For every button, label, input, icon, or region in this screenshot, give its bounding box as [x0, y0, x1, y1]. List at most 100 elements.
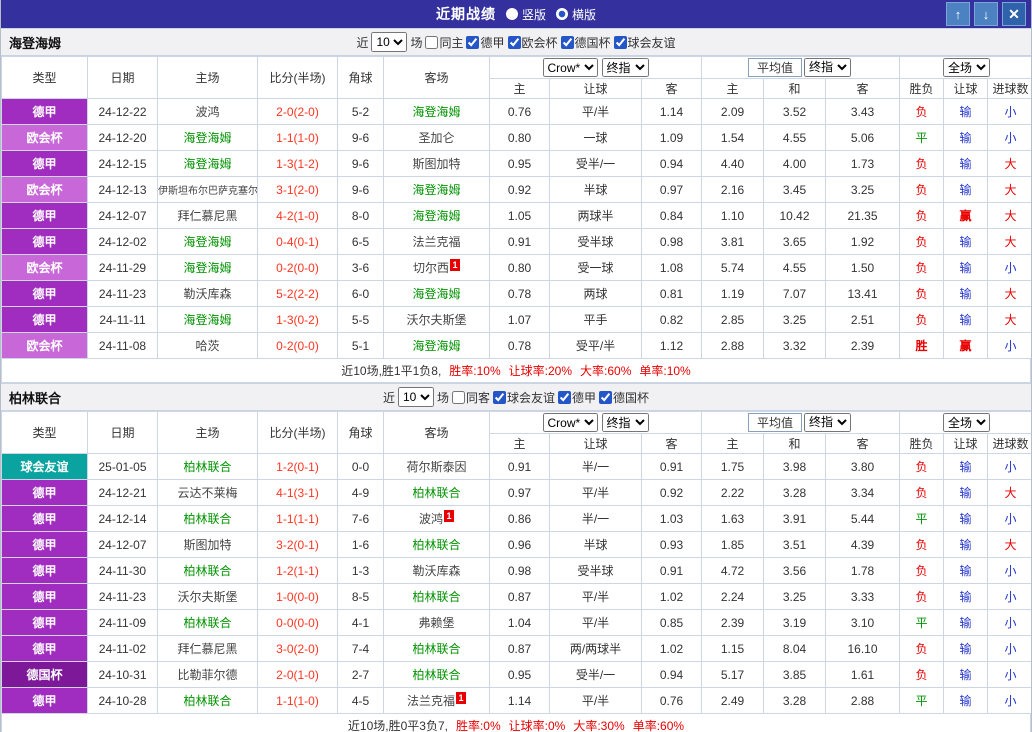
league-filter[interactable]: 德国杯 [599, 389, 649, 406]
score-cell[interactable]: 2-0(1-0) [257, 661, 338, 688]
score-cell[interactable]: 1-1(1-1) [257, 505, 338, 532]
team-link[interactable]: 法兰克福 [407, 694, 455, 708]
score-cell[interactable]: 1-1(1-0) [257, 687, 338, 714]
score-cell[interactable]: 1-3(0-2) [257, 306, 338, 333]
team-link[interactable]: 弗赖堡 [418, 616, 454, 630]
focal-team-link[interactable]: 柏林联合 [412, 538, 460, 552]
league-checkbox[interactable] [613, 35, 627, 49]
score-cell[interactable]: 0-0(0-0) [257, 609, 338, 636]
score-cell[interactable]: 3-0(2-0) [257, 635, 338, 662]
corner-cell: 9-6 [337, 176, 384, 203]
team-link[interactable]: 沃尔夫斯堡 [177, 590, 237, 604]
match-row: 德甲 24-12-21 云达不莱梅 4-1(3-1) 4-9 柏林联合 0.97 平/半 0.9… [1, 479, 1031, 506]
team-link[interactable]: 波鸿 [419, 512, 443, 526]
same-venue-filter[interactable]: 同客 [451, 389, 490, 406]
score-cell[interactable]: 0-2(0-0) [257, 254, 338, 281]
focal-team-link[interactable]: 柏林联合 [183, 694, 231, 708]
layout-option-vertical[interactable]: 竖版 [505, 6, 546, 23]
focal-team-link[interactable]: 柏林联合 [412, 642, 460, 656]
scope-select[interactable]: 全场 [943, 413, 991, 432]
league-checkbox[interactable] [493, 390, 506, 404]
focal-team-link[interactable]: 海登海姆 [183, 261, 231, 275]
score-cell[interactable]: 4-2(1-0) [257, 202, 338, 229]
score-cell[interactable]: 3-1(2-0) [257, 176, 338, 203]
focal-team-link[interactable]: 海登海姆 [183, 235, 231, 249]
focal-team-link[interactable]: 海登海姆 [183, 131, 231, 145]
team-link[interactable]: 切尔西 [413, 261, 449, 275]
date-cell: 24-10-31 [87, 661, 158, 688]
team-link[interactable]: 圣加仑 [418, 131, 454, 145]
odds-type-select[interactable]: 终指 [601, 413, 649, 432]
same-venue-filter[interactable]: 同主 [425, 34, 463, 51]
odds-type-select[interactable]: 终指 [601, 58, 649, 77]
league-checkbox[interactable] [599, 390, 613, 404]
recent-count-select[interactable]: 10 [397, 387, 434, 407]
scope-select[interactable]: 全场 [943, 58, 991, 77]
team-link[interactable]: 荷尔斯泰因 [406, 460, 466, 474]
league-checkbox[interactable] [507, 35, 521, 49]
focal-team-link[interactable]: 柏林联合 [183, 512, 231, 526]
league-filter[interactable]: 德国杯 [560, 34, 611, 51]
team-link[interactable]: 哈茨 [195, 339, 219, 353]
scroll-up-button[interactable]: ↑ [946, 2, 970, 26]
focal-team-link[interactable]: 柏林联合 [412, 668, 460, 682]
focal-team-link[interactable]: 柏林联合 [183, 460, 231, 474]
score-cell[interactable]: 1-2(0-1) [257, 453, 338, 480]
close-button[interactable]: ✕ [1002, 2, 1026, 26]
odds-company-select[interactable]: Crow* [542, 413, 598, 432]
scroll-down-button[interactable]: ↓ [974, 2, 998, 26]
team-link[interactable]: 勒沃库森 [412, 564, 460, 578]
league-filter[interactable]: 球会友谊 [613, 34, 676, 51]
sub-column-header: 主 [701, 433, 764, 454]
same-venue-checkbox[interactable] [451, 390, 465, 404]
score-cell[interactable]: 1-3(1-2) [257, 150, 338, 177]
focal-team-link[interactable]: 海登海姆 [412, 209, 460, 223]
team-link[interactable]: 勒沃库森 [183, 287, 231, 301]
focal-team-link[interactable]: 柏林联合 [183, 616, 231, 630]
score-cell[interactable]: 4-1(3-1) [257, 479, 338, 506]
team-link[interactable]: 沃尔夫斯堡 [406, 313, 466, 327]
league-cell: 德甲 [1, 98, 88, 125]
date-cell: 24-12-21 [87, 479, 158, 506]
team-link[interactable]: 比勒菲尔德 [177, 668, 237, 682]
odds-company-select[interactable]: Crow* [542, 58, 598, 77]
score-cell[interactable]: 1-0(0-0) [257, 583, 338, 610]
team-link[interactable]: 波鸿 [195, 105, 219, 119]
league-filter[interactable]: 德甲 [466, 34, 505, 51]
league-checkbox[interactable] [466, 35, 480, 49]
team-link[interactable]: 云达不莱梅 [177, 486, 237, 500]
team-link[interactable]: 斯图加特 [183, 538, 231, 552]
focal-team-link[interactable]: 海登海姆 [412, 339, 460, 353]
score-cell[interactable]: 3-2(0-1) [257, 531, 338, 558]
league-checkbox[interactable] [558, 390, 572, 404]
score-cell[interactable]: 2-0(2-0) [257, 98, 338, 125]
same-venue-checkbox[interactable] [425, 35, 439, 49]
league-filter[interactable]: 欧会杯 [507, 34, 558, 51]
team-link[interactable]: 法兰克福 [412, 235, 460, 249]
focal-team-link[interactable]: 柏林联合 [412, 486, 460, 500]
avg-odds-type-select[interactable]: 终指 [804, 57, 852, 77]
team-link[interactable]: 伊斯坦布尔巴萨克塞尔 [159, 186, 257, 197]
league-checkbox[interactable] [560, 35, 574, 49]
avg-odds-type-select[interactable]: 终指 [804, 412, 852, 432]
focal-team-link[interactable]: 海登海姆 [412, 287, 460, 301]
team-link[interactable]: 斯图加特 [412, 157, 460, 171]
match-row: 欧会杯 24-11-29 海登海姆 0-2(0-0) 3-6 切尔西 1 0.80 受一球 1.0… [1, 254, 1031, 281]
focal-team-link[interactable]: 柏林联合 [183, 564, 231, 578]
layout-option-horizontal[interactable]: 横版 [556, 6, 596, 23]
score-cell[interactable]: 1-1(1-0) [257, 124, 338, 151]
team-link[interactable]: 拜仁慕尼黑 [177, 642, 237, 656]
focal-team-link[interactable]: 海登海姆 [183, 313, 231, 327]
league-filter[interactable]: 德甲 [558, 389, 596, 406]
score-cell[interactable]: 1-2(1-1) [257, 557, 338, 584]
focal-team-link[interactable]: 海登海姆 [412, 183, 460, 197]
score-cell[interactable]: 0-2(0-0) [257, 332, 338, 359]
focal-team-link[interactable]: 海登海姆 [412, 105, 460, 119]
score-cell[interactable]: 0-4(0-1) [257, 228, 338, 255]
team-link[interactable]: 拜仁慕尼黑 [177, 209, 237, 223]
focal-team-link[interactable]: 柏林联合 [412, 590, 460, 604]
focal-team-link[interactable]: 海登海姆 [183, 157, 231, 171]
score-cell[interactable]: 5-2(2-2) [257, 280, 338, 307]
recent-count-select[interactable]: 10 [371, 32, 408, 52]
league-filter[interactable]: 球会友谊 [493, 389, 555, 406]
